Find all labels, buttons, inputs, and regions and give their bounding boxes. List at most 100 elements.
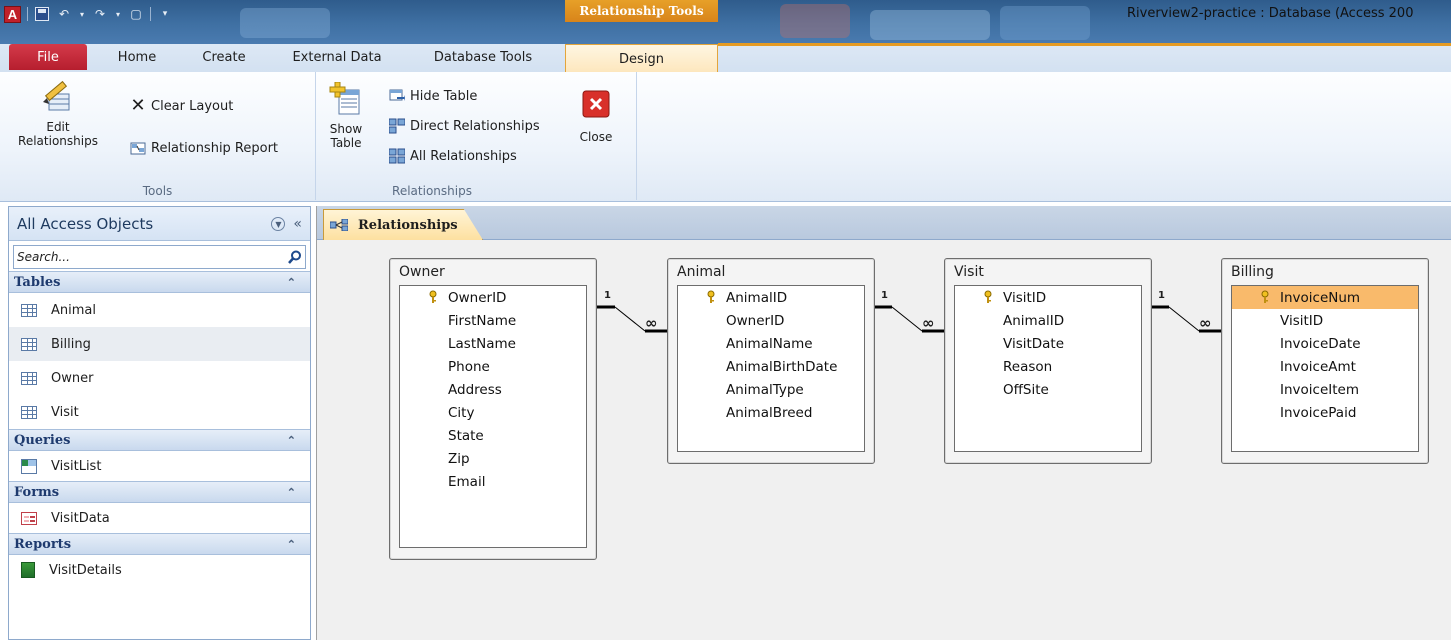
tab-home[interactable]: Home — [108, 45, 166, 70]
relationships-canvas[interactable]: 1 ∞ 1 ∞ 1 ∞ Owner OwnerID FirstName Last… — [317, 241, 1451, 640]
undo-dropdown-icon[interactable]: ▾ — [78, 6, 86, 22]
field-state[interactable]: State — [400, 424, 586, 447]
save-button[interactable] — [34, 6, 50, 22]
tab-database-tools[interactable]: Database Tools — [418, 45, 548, 70]
field-name: VisitID — [1280, 312, 1324, 329]
relationships-group-label: Relationships — [392, 184, 472, 198]
table-box-billing[interactable]: Billing InvoiceNum VisitID InvoiceDate I… — [1221, 258, 1429, 464]
field-visitid[interactable]: VisitID — [1232, 309, 1418, 332]
field-email[interactable]: Email — [400, 470, 586, 493]
tab-create[interactable]: Create — [192, 45, 256, 70]
collapse-chevron-icon[interactable]: ⌃ — [287, 538, 296, 551]
field-invoiceamt[interactable]: InvoiceAmt — [1232, 355, 1418, 378]
search-icon[interactable] — [285, 250, 305, 264]
nav-section-tables[interactable]: Tables ⌃ — [9, 271, 310, 293]
nav-section-reports[interactable]: Reports ⌃ — [9, 533, 310, 555]
access-app-icon[interactable]: A — [4, 5, 21, 23]
field-animalid[interactable]: AnimalID — [678, 286, 864, 309]
undo-button[interactable]: ↶ — [56, 6, 72, 22]
field-invoicenum[interactable]: InvoiceNum — [1232, 286, 1418, 309]
nav-item-label: Billing — [51, 336, 91, 352]
direct-relationships-label: Direct Relationships — [410, 118, 540, 134]
field-animalid[interactable]: AnimalID — [955, 309, 1141, 332]
table-box-title: Owner — [399, 264, 445, 280]
field-name: OffSite — [1003, 381, 1049, 398]
field-animalbirthdate[interactable]: AnimalBirthDate — [678, 355, 864, 378]
one-side-label: 1 — [881, 290, 888, 301]
field-invoicepaid[interactable]: InvoicePaid — [1232, 401, 1418, 424]
field-reason[interactable]: Reason — [955, 355, 1141, 378]
shutter-bar-close-icon[interactable]: « — [293, 216, 302, 232]
customize-qat-icon[interactable]: ▾ — [157, 6, 173, 22]
field-lastname[interactable]: LastName — [400, 332, 586, 355]
field-visitdate[interactable]: VisitDate — [955, 332, 1141, 355]
nav-menu-dropdown-icon[interactable]: ▼ — [271, 217, 286, 231]
close-button[interactable]: Close — [571, 90, 621, 144]
field-animalbreed[interactable]: AnimalBreed — [678, 401, 864, 424]
table-box-title: Billing — [1231, 264, 1274, 280]
nav-item-visit[interactable]: Visit — [9, 395, 310, 429]
field-visitid[interactable]: VisitID — [955, 286, 1141, 309]
field-name: OwnerID — [726, 312, 785, 329]
redo-button[interactable]: ↷ — [92, 6, 108, 22]
collapse-chevron-icon[interactable]: ⌃ — [287, 486, 296, 499]
collapse-chevron-icon[interactable]: ⌃ — [287, 276, 296, 289]
nav-search-box[interactable]: Search... — [13, 245, 306, 269]
document-tab-relationships[interactable]: Relationships — [323, 209, 483, 240]
nav-item-visitdata[interactable]: VisitData — [9, 503, 310, 533]
field-invoiceitem[interactable]: InvoiceItem — [1232, 378, 1418, 401]
field-name: City — [448, 404, 475, 421]
tab-file[interactable]: File — [9, 44, 87, 70]
field-ownerid[interactable]: OwnerID — [678, 309, 864, 332]
hide-table-button[interactable]: Hide Table — [389, 88, 477, 104]
field-name: Address — [448, 381, 502, 398]
table-box-owner[interactable]: Owner OwnerID FirstName LastName Phone A… — [389, 258, 597, 560]
primary-key-icon — [429, 290, 437, 304]
all-relationships-button[interactable]: All Relationships — [388, 148, 517, 164]
clear-layout-icon: ✕ — [130, 95, 146, 116]
field-name: Reason — [1003, 358, 1053, 375]
nav-section-forms[interactable]: Forms ⌃ — [9, 481, 310, 503]
field-invoicedate[interactable]: InvoiceDate — [1232, 332, 1418, 355]
show-table-button[interactable]: Show Table — [325, 81, 367, 150]
relationship-report-button[interactable]: Relationship Report — [130, 140, 278, 156]
field-ownerid[interactable]: OwnerID — [400, 286, 586, 309]
direct-relationships-button[interactable]: Direct Relationships — [388, 118, 540, 134]
nav-item-animal[interactable]: Animal — [9, 293, 310, 327]
tools-group: Edit Relationships ✕ Clear Layout Relati… — [0, 72, 316, 200]
primary-key-icon — [1261, 290, 1269, 304]
field-name: AnimalName — [726, 335, 813, 352]
redo-dropdown-icon[interactable]: ▾ — [114, 6, 122, 22]
field-name: InvoiceAmt — [1280, 358, 1356, 375]
table-box-visit[interactable]: Visit VisitID AnimalID VisitDate Reason … — [944, 258, 1152, 464]
field-offsite[interactable]: OffSite — [955, 378, 1141, 401]
table-icon — [21, 371, 37, 385]
table-box-animal[interactable]: Animal AnimalID OwnerID AnimalName Anima… — [667, 258, 875, 464]
edit-relationships-button[interactable]: Edit Relationships — [4, 80, 112, 148]
nav-item-visitdetails[interactable]: VisitDetails — [9, 555, 310, 585]
clear-layout-button[interactable]: ✕ Clear Layout — [130, 95, 233, 116]
field-zip[interactable]: Zip — [400, 447, 586, 470]
field-animaltype[interactable]: AnimalType — [678, 378, 864, 401]
contextual-line — [718, 43, 1451, 46]
field-list: AnimalID OwnerID AnimalName AnimalBirthD… — [677, 285, 865, 452]
nav-item-billing[interactable]: Billing — [9, 327, 310, 361]
primary-key-icon — [984, 290, 992, 304]
tab-external-data[interactable]: External Data — [283, 45, 391, 70]
field-firstname[interactable]: FirstName — [400, 309, 586, 332]
nav-item-label: VisitList — [51, 458, 102, 474]
field-address[interactable]: Address — [400, 378, 586, 401]
tab-design[interactable]: Design — [565, 44, 718, 74]
nav-item-visitlist[interactable]: VisitList — [9, 451, 310, 481]
field-animalname[interactable]: AnimalName — [678, 332, 864, 355]
nav-item-owner[interactable]: Owner — [9, 361, 310, 395]
nav-pane-header[interactable]: All Access Objects ▼ « — [9, 207, 310, 241]
field-city[interactable]: City — [400, 401, 586, 424]
collapse-chevron-icon[interactable]: ⌃ — [287, 434, 296, 447]
edit-relationships-icon — [41, 80, 75, 114]
print-preview-button[interactable]: ▢ — [128, 6, 144, 22]
field-phone[interactable]: Phone — [400, 355, 586, 378]
field-name: Email — [448, 473, 486, 490]
query-icon — [21, 458, 37, 474]
nav-section-queries[interactable]: Queries ⌃ — [9, 429, 310, 451]
